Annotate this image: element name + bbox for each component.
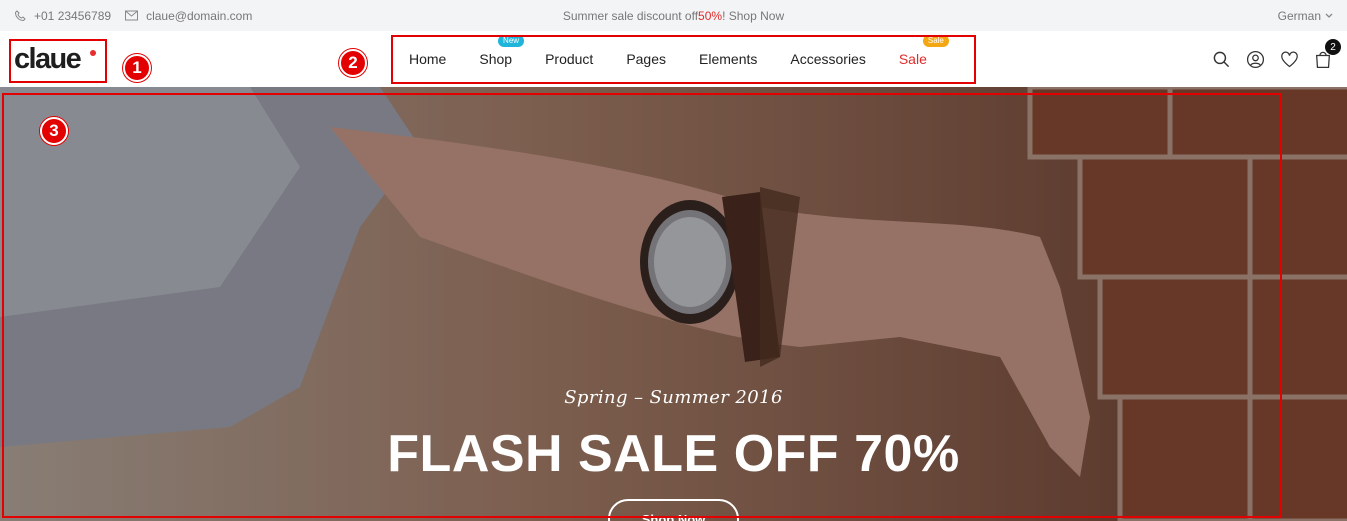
annotation-box-hero [2, 93, 1282, 518]
promo-text-after: ! Shop Now [722, 8, 785, 23]
language-selector[interactable]: German [1278, 0, 1333, 31]
annotation-badge-3: 3 [40, 117, 68, 145]
header-icons: 2 [1211, 31, 1341, 87]
cart-button[interactable]: 2 [1313, 39, 1341, 69]
annotation-badge-1: 1 [123, 54, 151, 82]
promo-message[interactable]: Summer sale discount off 50%! Shop Now [0, 0, 1347, 31]
top-bar: +01 23456789 claue@domain.com Summer sal… [0, 0, 1347, 31]
user-icon [1246, 50, 1264, 68]
wishlist-button[interactable] [1279, 49, 1299, 69]
cart-count-badge: 2 [1325, 39, 1341, 55]
annotation-badge-2: 2 [339, 49, 367, 77]
language-label: German [1277, 8, 1321, 23]
search-icon [1213, 51, 1229, 67]
heart-icon [1280, 51, 1298, 67]
search-button[interactable] [1211, 49, 1231, 69]
chevron-down-icon [1325, 13, 1333, 18]
page: +01 23456789 claue@domain.com Summer sal… [0, 0, 1347, 521]
annotation-box-logo [9, 39, 107, 83]
annotation-box-nav [391, 35, 976, 84]
promo-highlight: 50% [698, 8, 723, 23]
promo-text-before: Summer sale discount off [562, 8, 699, 23]
account-button[interactable] [1245, 49, 1265, 69]
